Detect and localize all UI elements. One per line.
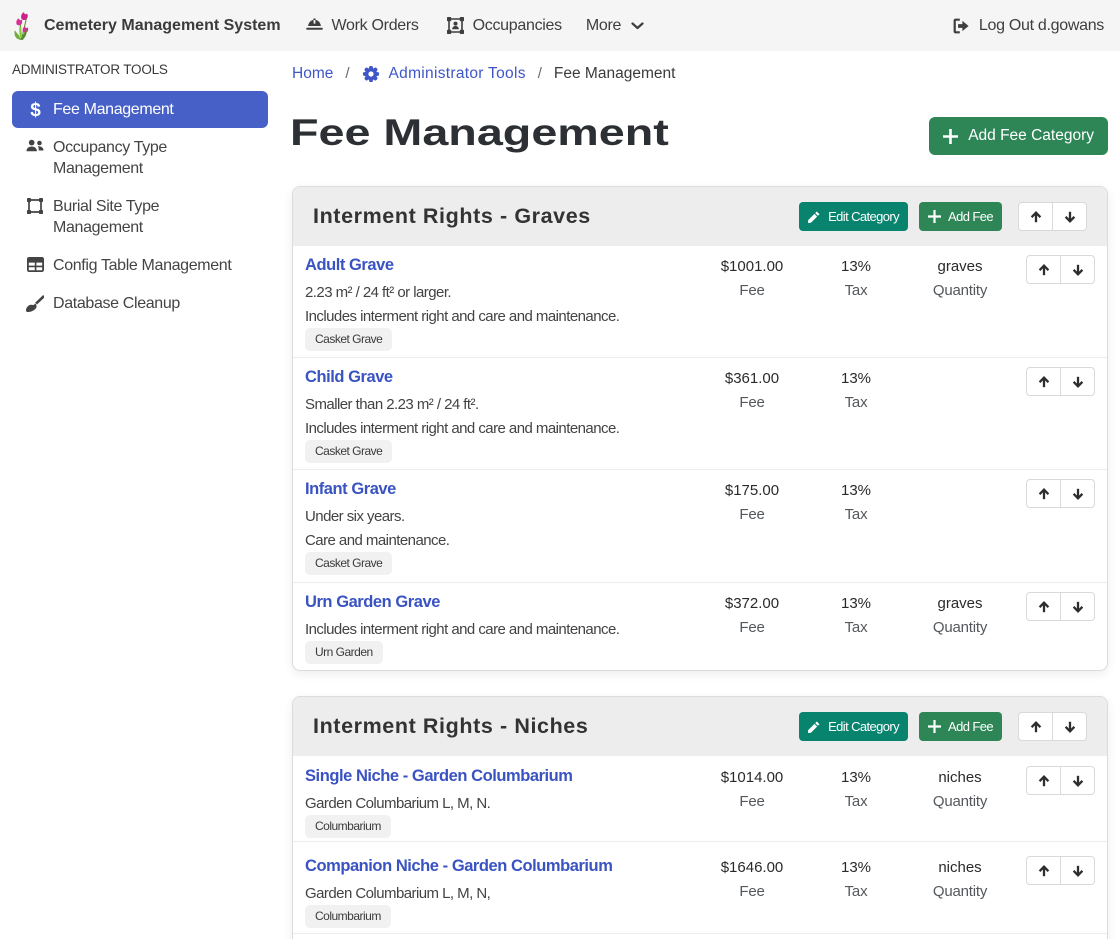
- svg-text:$: $: [30, 101, 41, 120]
